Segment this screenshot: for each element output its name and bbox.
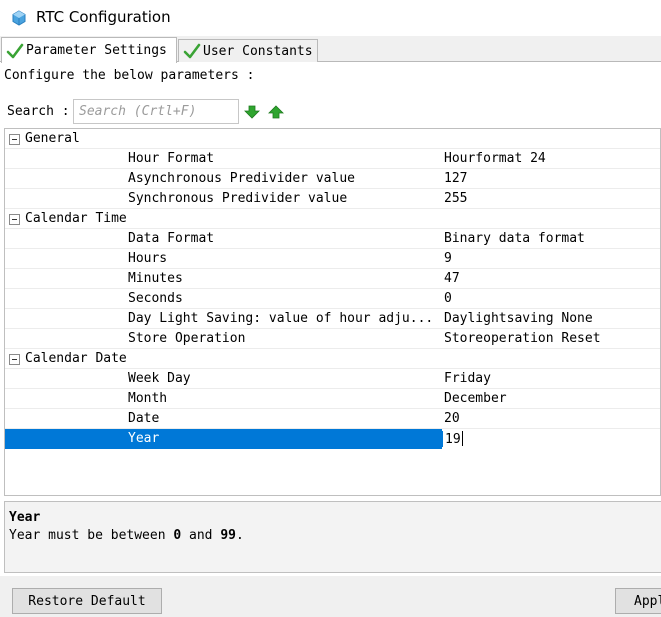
param-row-month[interactable]: Month December [5, 389, 660, 409]
param-row-data-format[interactable]: Data Format Binary data format [5, 229, 660, 249]
param-name: Seconds [128, 291, 183, 306]
search-label: Search : [7, 104, 70, 119]
description-text: Year must be between 0 and 99. [9, 528, 244, 543]
collapse-icon[interactable] [9, 214, 20, 225]
param-name: Week Day [128, 371, 191, 386]
cube-icon [12, 10, 26, 26]
param-value[interactable]: Binary data format [444, 231, 585, 246]
tab-user-constants[interactable]: User Constants [178, 39, 318, 62]
param-row-daylight-saving[interactable]: Day Light Saving: value of hour adju... … [5, 309, 660, 329]
param-name: Year [128, 431, 160, 446]
param-value[interactable]: 127 [444, 171, 467, 186]
param-name: Hours [128, 251, 168, 266]
param-name: Date [128, 411, 160, 426]
param-row-async-predivider[interactable]: Asynchronous Predivider value 127 [5, 169, 660, 189]
arrow-down-icon[interactable] [244, 105, 260, 119]
window-title: RTC Configuration [36, 8, 171, 26]
param-value[interactable]: December [444, 391, 507, 406]
tab-bar: Parameter Settings User Constants [0, 36, 661, 63]
apply-button[interactable]: Apply [615, 588, 661, 614]
param-name: Synchronous Predivider value [128, 191, 348, 206]
param-row-hour-format[interactable]: Hour Format Hourformat 24 [5, 149, 660, 169]
restore-default-button[interactable]: Restore Default [12, 588, 162, 614]
group-label: Calendar Time [25, 211, 127, 226]
param-row-hours[interactable]: Hours 9 [5, 249, 660, 269]
collapse-icon[interactable] [9, 134, 20, 145]
param-value[interactable]: Friday [444, 371, 491, 386]
param-name: Month [128, 391, 168, 406]
param-value: 19 [445, 432, 461, 447]
param-name: Hour Format [128, 151, 215, 166]
param-value[interactable]: 47 [444, 271, 460, 286]
group-row-calendar-time[interactable]: Calendar Time [5, 209, 660, 229]
description-title: Year [9, 510, 41, 525]
parameter-settings-panel: Configure the below parameters : Search … [0, 62, 661, 576]
param-row-seconds[interactable]: Seconds 0 [5, 289, 660, 309]
instructions-text: Configure the below parameters : [4, 68, 255, 83]
description-text-mid: and [181, 528, 221, 543]
checkmark-icon [6, 43, 24, 58]
param-name: Day Light Saving: value of hour adju... [128, 311, 434, 326]
description-text-prefix: Year must be between [9, 528, 174, 543]
param-value[interactable]: 20 [444, 411, 460, 426]
param-value[interactable]: Storeoperation Reset [444, 331, 601, 346]
group-row-general[interactable]: General [5, 129, 660, 149]
description-panel: Year Year must be between 0 and 99. [4, 501, 661, 573]
group-label: General [25, 131, 80, 146]
param-row-year[interactable]: Year 19 [5, 429, 660, 449]
param-value[interactable]: 255 [444, 191, 467, 206]
param-value[interactable]: 0 [444, 291, 452, 306]
tab-label: Parameter Settings [26, 43, 167, 58]
checkmark-icon [183, 43, 201, 59]
param-value[interactable]: Daylightsaving None [444, 311, 593, 326]
param-name: Minutes [128, 271, 183, 286]
param-row-week-day[interactable]: Week Day Friday [5, 369, 660, 389]
selection-highlight [5, 429, 442, 449]
title-bar: RTC Configuration [0, 0, 661, 36]
param-row-minutes[interactable]: Minutes 47 [5, 269, 660, 289]
param-row-store-operation[interactable]: Store Operation Storeoperation Reset [5, 329, 660, 349]
param-value[interactable]: 9 [444, 251, 452, 266]
group-row-calendar-date[interactable]: Calendar Date [5, 349, 660, 369]
param-row-date[interactable]: Date 20 [5, 409, 660, 429]
text-caret [461, 431, 463, 446]
param-name: Asynchronous Predivider value [128, 171, 355, 186]
description-max-value: 99 [220, 528, 236, 543]
param-name: Data Format [128, 231, 215, 246]
param-row-sync-predivider[interactable]: Synchronous Predivider value 255 [5, 189, 660, 209]
tab-parameter-settings[interactable]: Parameter Settings [1, 37, 177, 63]
search-input[interactable] [73, 99, 239, 124]
collapse-icon[interactable] [9, 354, 20, 365]
param-value-editor[interactable]: 19 [442, 431, 463, 447]
arrow-up-icon[interactable] [268, 105, 284, 119]
parameter-tree: General Hour Format Hourformat 24 Asynch… [4, 128, 661, 496]
param-name: Store Operation [128, 331, 246, 346]
group-label: Calendar Date [25, 351, 127, 366]
param-value[interactable]: Hourformat 24 [444, 151, 546, 166]
description-text-suffix: . [236, 528, 244, 543]
tab-label: User Constants [203, 43, 313, 59]
